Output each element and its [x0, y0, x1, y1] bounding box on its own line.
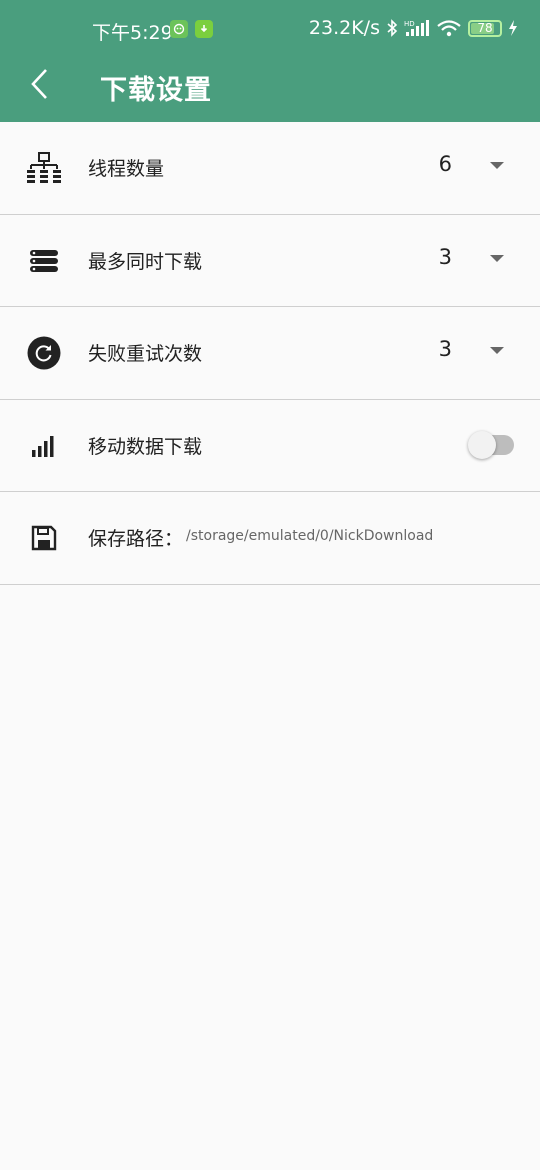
retry-count-value[interactable]: 3 [439, 337, 452, 361]
setting-row-mobile-data[interactable]: 移动数据下载 [0, 399, 540, 492]
charging-icon [509, 20, 517, 36]
app-header: 下午5:29 23.2K/s HD 78 下载设置 [0, 0, 540, 122]
status-time: 下午5:29 [92, 22, 173, 44]
signal-bars-icon [26, 428, 62, 464]
toggle-knob [468, 430, 496, 459]
setting-row-max-concurrent[interactable]: 最多同时下载 3 [0, 214, 540, 307]
retry-circle-icon [26, 335, 62, 371]
back-arrow-icon [31, 69, 47, 99]
dropdown-caret-icon[interactable] [490, 347, 504, 354]
setting-label: 最多同时下载 [88, 250, 203, 273]
thread-count-value[interactable]: 6 [439, 152, 452, 176]
settings-list: 线程数量 6 最多同时下载 3 失败重试次数 3 移动数据下载 保存路径： /s… [0, 122, 540, 585]
wifi-icon [437, 20, 461, 37]
setting-row-thread-count[interactable]: 线程数量 6 [0, 122, 540, 215]
status-right-group: 23.2K/s HD 78 [309, 17, 518, 39]
network-tree-icon [26, 150, 62, 186]
battery-level: 78 [477, 21, 493, 35]
save-path-value[interactable]: /storage/emulated/0/NickDownload [186, 528, 433, 544]
battery-indicator: 78 [468, 19, 502, 37]
setting-label: 线程数量 [88, 158, 165, 180]
floppy-disk-icon [26, 520, 62, 556]
setting-label: 失败重试次数 [88, 343, 203, 365]
bluetooth-icon [387, 19, 398, 37]
setting-label: 保存路径： [88, 528, 184, 550]
server-stack-icon [26, 243, 62, 279]
toolbar: 下载设置 [0, 60, 540, 122]
page-title: 下载设置 [100, 75, 212, 106]
notification-app-icon [170, 20, 188, 38]
back-button[interactable] [20, 64, 60, 104]
network-speed: 23.2K/s [308, 17, 380, 39]
dropdown-caret-icon[interactable] [490, 162, 504, 169]
status-bar: 下午5:29 23.2K/s HD 78 [0, 0, 540, 60]
svg-text:HD: HD [404, 20, 415, 28]
download-notification-icon [195, 20, 213, 38]
max-concurrent-value[interactable]: 3 [439, 245, 452, 269]
cellular-signal-icon: HD [404, 20, 429, 36]
setting-row-retry-count[interactable]: 失败重试次数 3 [0, 307, 540, 400]
setting-row-save-path[interactable]: 保存路径： /storage/emulated/0/NickDownload [0, 492, 540, 585]
dropdown-caret-icon[interactable] [490, 254, 504, 262]
mobile-data-toggle[interactable] [468, 430, 514, 459]
setting-label: 移动数据下载 [88, 435, 203, 458]
